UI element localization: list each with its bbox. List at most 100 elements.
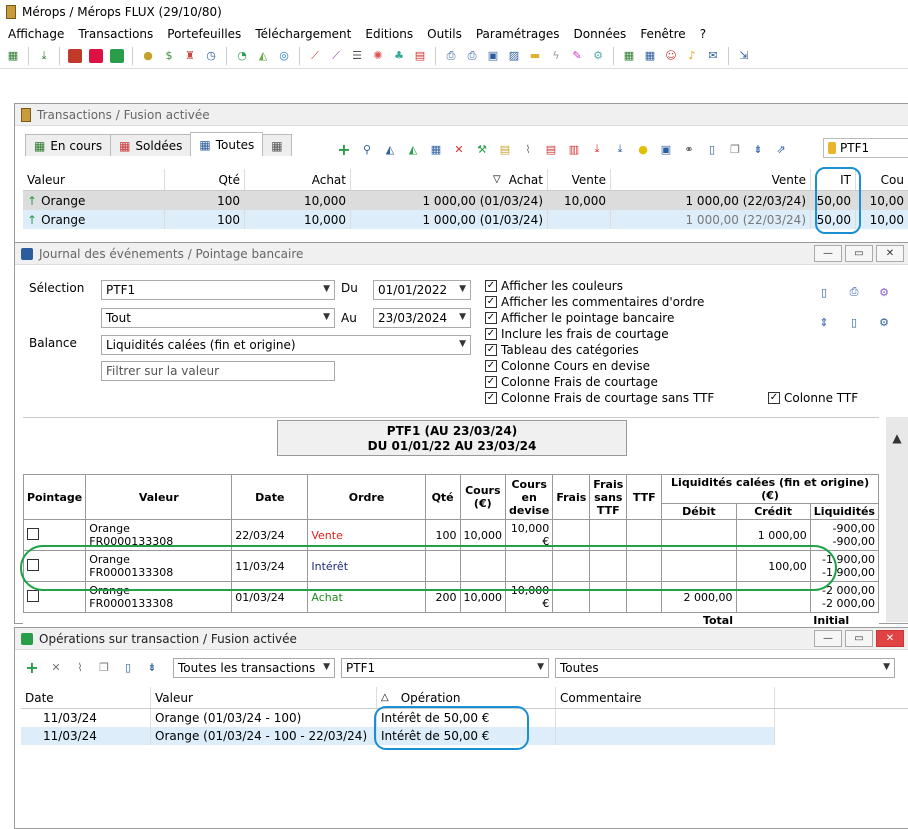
calendar-icon[interactable]: ▤ <box>411 47 429 65</box>
portfolio-selector[interactable]: PTF1 <box>823 138 908 158</box>
menu-fenetre[interactable]: Fenêtre <box>634 27 693 41</box>
plugin-icon[interactable]: ⚙ <box>589 47 607 65</box>
coins-icon[interactable]: ● <box>139 47 157 65</box>
save-icon[interactable]: ▣ <box>484 47 502 65</box>
menu-affichage[interactable]: Affichage <box>2 27 72 41</box>
clock-icon[interactable]: ◷ <box>202 47 220 65</box>
menu-parametrages[interactable]: Paramétrages <box>470 27 568 41</box>
checkbox-cours-devise[interactable]: ✓ Colonne Cours en devise <box>485 359 650 373</box>
area-icon[interactable]: ◭ <box>404 140 422 158</box>
portfolio-filter-combo[interactable]: PTF1 ▼ <box>341 658 549 678</box>
journal-scrollbar[interactable]: ▲ <box>886 417 908 622</box>
menu-portefeuilles[interactable]: Portefeuilles <box>161 27 249 41</box>
bell-icon[interactable]: ♪ <box>683 47 701 65</box>
pie-chart-icon[interactable]: ◔ <box>233 47 251 65</box>
settings-gears-icon[interactable]: ⚙ <box>875 283 893 301</box>
palette-icon[interactable]: ✎ <box>568 47 586 65</box>
minimize-button[interactable]: — <box>814 630 842 647</box>
table-row[interactable]: ↑ Orange 100 10,000 1 000,00 (01/03/24) 1… <box>23 210 908 229</box>
sort-updown-icon[interactable]: ⇕ <box>815 313 833 331</box>
checkbox-commentaires[interactable]: ✓ Afficher les commentaires d'ordre <box>485 295 704 309</box>
import-icon[interactable]: ⇟ <box>749 140 767 158</box>
close-button[interactable]: ✕ <box>876 245 904 262</box>
menu-outils[interactable]: Outils <box>421 27 470 41</box>
col-operation[interactable]: △ Opération <box>377 687 556 708</box>
close-button[interactable]: ✕ <box>876 630 904 647</box>
book-icon[interactable] <box>66 47 84 65</box>
checkbox-couleurs[interactable]: ✓ Afficher les couleurs <box>485 279 623 293</box>
tab-en-cours[interactable]: ▦ En cours <box>25 134 112 156</box>
checkbox-ttf[interactable]: ✓ Colonne TTF <box>768 391 858 405</box>
add-icon[interactable]: + <box>23 658 41 677</box>
exit-icon[interactable]: ⇲ <box>735 47 753 65</box>
menu-editions[interactable]: Editions <box>359 27 421 41</box>
hammer-icon[interactable]: ⚒ <box>473 140 491 158</box>
download-icon[interactable]: ⤓ <box>35 47 53 65</box>
table-icon[interactable]: ▦ <box>641 47 659 65</box>
export-icon[interactable]: ⇗ <box>772 140 790 158</box>
col-qte[interactable]: Qté <box>165 169 245 190</box>
col-valeur[interactable]: Valeur <box>23 169 165 190</box>
col-vente[interactable]: Vente <box>548 169 611 190</box>
print-icon[interactable]: ⎙ <box>845 283 863 301</box>
menu-donnees[interactable]: Données <box>568 27 635 41</box>
au-date-picker[interactable]: 23/03/2024 ▼ <box>373 308 471 328</box>
tab-other[interactable]: ▦ <box>262 134 292 156</box>
bolt-icon[interactable]: ϟ <box>547 47 565 65</box>
selection-combo[interactable]: PTF1 ▼ <box>101 280 335 300</box>
tab-toutes[interactable]: ▦ Toutes <box>190 132 264 156</box>
menu-telechargement[interactable]: Téléchargement <box>249 27 359 41</box>
page-icon[interactable]: ▯ <box>703 140 721 158</box>
checkbox-frais[interactable]: ✓ Inclure les frais de courtage <box>485 327 669 341</box>
delete-icon[interactable]: ✕ <box>47 658 65 676</box>
copy-icon[interactable]: ❐ <box>95 658 113 676</box>
gear-icon[interactable]: ⚙ <box>875 313 893 331</box>
checkbox-frais-sans-ttf[interactable]: ✓ Colonne Frais de courtage sans TTF <box>485 391 714 405</box>
doc-icon[interactable]: ▥ <box>565 140 583 158</box>
preview-icon[interactable]: ▯ <box>845 313 863 331</box>
gear-red-icon[interactable]: ✺ <box>369 47 387 65</box>
currency-icon[interactable] <box>108 47 126 65</box>
line-chart-purple-icon[interactable]: ⟋ <box>327 47 345 65</box>
delete-icon[interactable]: ✕ <box>450 140 468 158</box>
wallet-icon[interactable] <box>87 47 105 65</box>
grid-green-icon[interactable]: ▦ <box>620 47 638 65</box>
user-icon[interactable]: ☺ <box>662 47 680 65</box>
checkbox-categories[interactable]: ✓ Tableau des catégories <box>485 343 639 357</box>
page-icon[interactable]: ▯ <box>119 658 137 676</box>
export-icon[interactable]: ▨ <box>505 47 523 65</box>
chart-icon[interactable]: ◭ <box>381 140 399 158</box>
download-blue-icon[interactable]: ⤓ <box>611 140 629 158</box>
attach-icon[interactable]: ⌇ <box>71 658 89 676</box>
pointage-checkbox[interactable] <box>27 527 39 540</box>
folder-icon[interactable]: ▬ <box>526 47 544 65</box>
col-cou[interactable]: Cou <box>856 169 908 190</box>
checkbox-pointage[interactable]: ✓ Afficher le pointage bancaire <box>485 311 674 325</box>
new-doc-icon[interactable]: ▯ <box>815 283 833 301</box>
du-date-picker[interactable]: 01/01/2022 ▼ <box>373 280 471 300</box>
grid-icon[interactable]: ▦ <box>427 140 445 158</box>
scope-combo[interactable]: Tout ▼ <box>101 308 335 328</box>
maximize-button[interactable]: ▭ <box>845 630 873 647</box>
tab-soldees[interactable]: ▦ Soldées <box>110 134 192 156</box>
transaction-filter-combo[interactable]: Toutes les transactions ▼ <box>173 658 335 678</box>
line-chart-red-icon[interactable]: ⟋ <box>306 47 324 65</box>
doc-blue-icon[interactable]: ▣ <box>657 140 675 158</box>
dollar-icon[interactable]: $ <box>160 47 178 65</box>
mail-icon[interactable]: ✉ <box>704 47 722 65</box>
calendar-icon[interactable]: ▤ <box>542 140 560 158</box>
list-icon[interactable]: ☰ <box>348 47 366 65</box>
menu-help[interactable]: ? <box>694 27 714 41</box>
col-valeur[interactable]: Valeur <box>151 687 377 708</box>
checkbox-frais-courtage[interactable]: ✓ Colonne Frais de courtage <box>485 375 658 389</box>
pointage-checkbox[interactable] <box>27 589 39 602</box>
lighthouse-icon[interactable]: ♜ <box>181 47 199 65</box>
filter-input[interactable]: Filtrer sur la valeur <box>101 361 335 381</box>
add-icon[interactable]: + <box>335 140 353 159</box>
minimize-button[interactable]: — <box>814 245 842 262</box>
balance-combo[interactable]: Liquidités calées (fin et origine) ▼ <box>101 335 471 355</box>
search-icon[interactable]: ⚲ <box>358 140 376 158</box>
copy-icon[interactable]: ❐ <box>726 140 744 158</box>
all-filter-combo[interactable]: Toutes ▼ <box>555 658 895 678</box>
table-row[interactable]: ↑ Orange 100 10,000 1 000,00 (01/03/24) 1… <box>23 191 908 210</box>
